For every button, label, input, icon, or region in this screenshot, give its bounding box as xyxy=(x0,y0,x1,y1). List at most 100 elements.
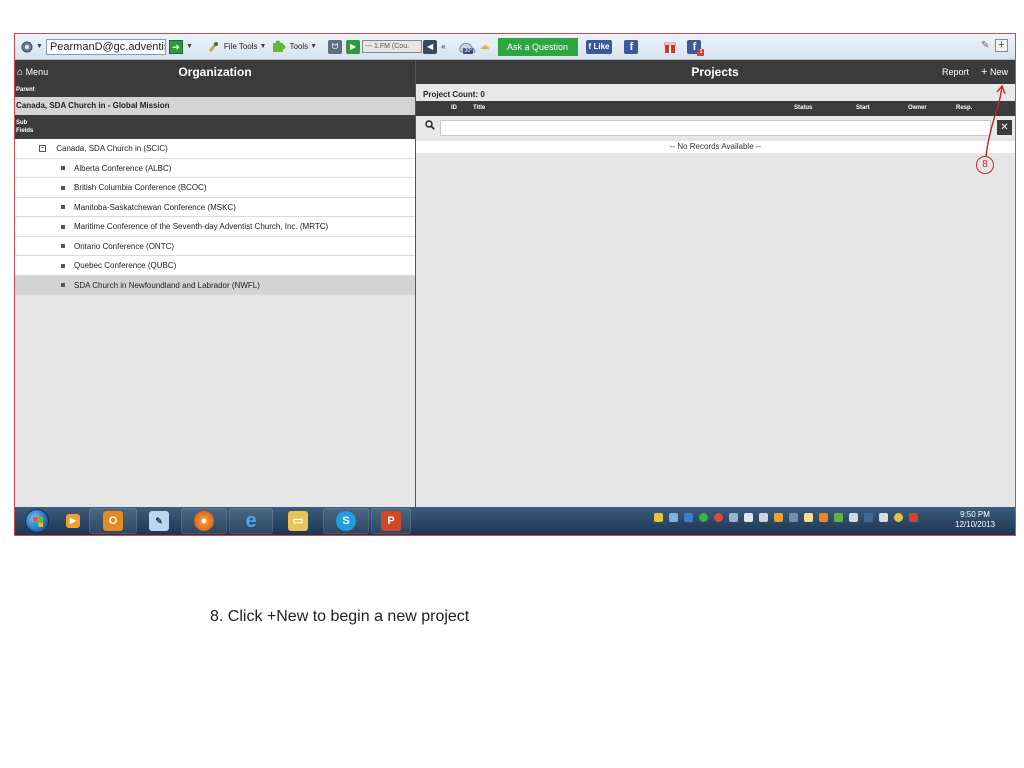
search-icon[interactable] xyxy=(420,120,440,135)
tray-paint-icon[interactable] xyxy=(774,513,783,522)
tree-item-label: Maritime Conference of the Seventh-day A… xyxy=(74,222,329,231)
chevron-down-icon[interactable]: ▼ xyxy=(36,43,43,50)
chevron-down-icon[interactable]: ▼ xyxy=(310,43,317,50)
cloud-icon: ☁ xyxy=(479,41,490,52)
tree-item-label: SDA Church in Newfoundland and Labrador … xyxy=(74,280,260,290)
radio-icon[interactable]: ᗢ xyxy=(328,39,343,54)
tree-item-bcoc[interactable]: British Columbia Conference (BCOC) xyxy=(15,178,415,198)
skype-icon: S xyxy=(336,511,356,531)
tray-warning-icon[interactable] xyxy=(894,513,903,522)
taskbar-app[interactable]: ✎ xyxy=(139,508,179,534)
tree-item-albc[interactable]: Alberta Conference (ALBC) xyxy=(15,158,415,178)
instruction-caption: 8. Click +New to begin a new project xyxy=(210,608,470,625)
facebook-icon: f xyxy=(588,41,592,51)
project-count: Project Count: 0 xyxy=(416,84,1015,101)
tree-item-nwfl[interactable]: SDA Church in Newfoundland and Labrador … xyxy=(15,275,415,295)
tree-item-mskc[interactable]: Manitoba-Saskatchewan Conference (MSKC) xyxy=(15,197,415,217)
column-start[interactable]: Start xyxy=(856,105,870,111)
bullet-icon xyxy=(61,166,65,171)
bullet-icon xyxy=(61,185,65,190)
tree-root-item[interactable]: − Canada, SDA Church in (SCIC) xyxy=(15,139,415,159)
bluetooth-icon[interactable] xyxy=(684,513,693,522)
collapse-icon[interactable]: « xyxy=(441,42,445,51)
browser-screenshot: ▼ PearmanD@gc.adventist. ▼ ➔ ▼ File Tool… xyxy=(14,33,1016,536)
gear-icon[interactable] xyxy=(20,40,34,54)
start-button[interactable] xyxy=(25,509,49,533)
taskbar-app[interactable]: ● xyxy=(181,508,227,534)
clock-date: 12/10/2013 xyxy=(955,520,996,529)
tray-network-icon[interactable] xyxy=(669,513,678,522)
parent-organization[interactable]: Canada, SDA Church in - Global Mission xyxy=(15,97,415,115)
taskbar-app[interactable]: S xyxy=(323,508,369,534)
taskbar-app[interactable]: e xyxy=(229,508,273,534)
search-input[interactable] xyxy=(440,120,991,136)
facebook-like-button[interactable]: f Like xyxy=(585,39,613,54)
collapse-icon[interactable]: − xyxy=(39,145,46,153)
search-row: ✕ xyxy=(416,118,1015,137)
taskbar-app[interactable]: O xyxy=(89,508,137,534)
facebook-notification-icon[interactable]: f1 xyxy=(687,39,705,56)
wrench-icon[interactable]: ✎ xyxy=(981,40,989,51)
volume-icon[interactable]: ◀ xyxy=(423,39,438,54)
subfields-label-line1: Sub xyxy=(16,120,28,126)
tray-security-icon[interactable] xyxy=(909,513,918,522)
new-project-button[interactable]: + New xyxy=(981,60,1008,84)
annotation-arrow xyxy=(985,84,1006,157)
tree-root-label: Canada, SDA Church in (SCIC) xyxy=(56,144,168,153)
tray-outlook-icon[interactable] xyxy=(819,513,828,522)
tray-shield-icon[interactable] xyxy=(654,513,663,522)
projects-title: Projects xyxy=(691,65,739,79)
tray-chrome-icon[interactable] xyxy=(714,513,723,522)
taskbar-app[interactable]: ▶ xyxy=(59,508,87,534)
bullet-icon xyxy=(61,244,65,249)
organization-panel: Parent Canada, SDA Church in - Global Mi… xyxy=(15,84,415,507)
column-owner[interactable]: Owner xyxy=(908,105,927,111)
add-icon[interactable]: + xyxy=(995,39,1008,52)
tray-display-icon[interactable] xyxy=(729,513,738,522)
tree-item-ontc[interactable]: Ontario Conference (ONTC) xyxy=(15,236,415,256)
radio-station-display[interactable]: --- 1.FM (Cou. xyxy=(362,40,423,53)
chevron-down-icon[interactable]: ▼ xyxy=(260,43,267,50)
chevron-down-icon[interactable]: ▼ xyxy=(186,43,193,50)
report-button[interactable]: Report xyxy=(942,60,969,84)
file-explorer-icon: ▭ xyxy=(288,511,308,531)
system-tray xyxy=(654,513,924,522)
tray-power-icon[interactable] xyxy=(834,513,843,522)
volume-icon[interactable] xyxy=(879,513,888,522)
taskbar-app[interactable]: P xyxy=(371,508,411,534)
column-id[interactable]: ID xyxy=(451,105,457,111)
signal-icon[interactable] xyxy=(849,513,858,522)
tray-calendar-icon[interactable] xyxy=(789,513,798,522)
gift-icon[interactable] xyxy=(664,40,677,54)
column-status[interactable]: Status xyxy=(794,105,812,111)
flag-icon[interactable] xyxy=(744,513,753,522)
firefox-icon: ● xyxy=(194,511,214,531)
empty-state-message: -- No Records Available -- xyxy=(416,141,1015,153)
play-icon[interactable]: ▶ xyxy=(346,39,361,54)
file-tools-icon xyxy=(206,40,220,54)
new-label: New xyxy=(989,67,1008,77)
tools-menu[interactable]: Tools xyxy=(289,42,308,51)
arrow-right-icon[interactable]: ➔ xyxy=(168,39,183,54)
facebook-like-label: Like xyxy=(593,41,610,51)
bullet-icon xyxy=(61,224,65,229)
ask-question-button[interactable]: Ask a Question xyxy=(497,37,578,56)
outlook-icon: O xyxy=(103,511,123,531)
account-select[interactable]: PearmanD@gc.adventist. ▼ xyxy=(45,38,166,55)
tree-item-label: British Columbia Conference (BCOC) xyxy=(74,183,207,192)
bullet-icon xyxy=(61,263,65,268)
subfields-label-line2: Fields xyxy=(16,128,34,134)
tray-monitor-icon[interactable] xyxy=(759,513,768,522)
tree-item-mrtc[interactable]: Maritime Conference of the Seventh-day A… xyxy=(15,217,415,237)
taskbar-app[interactable]: ▭ xyxy=(275,508,321,534)
system-clock[interactable]: 9:50 PM 12/10/2013 xyxy=(955,510,995,530)
mail-icon[interactable] xyxy=(804,513,813,522)
file-tools-menu[interactable]: File Tools xyxy=(224,42,258,51)
tree-item-qubc[interactable]: Quebec Conference (QUBC) xyxy=(15,256,415,276)
facebook-icon[interactable]: f xyxy=(624,39,639,54)
tray-sync-icon[interactable] xyxy=(699,513,708,522)
notepad-icon: ✎ xyxy=(149,511,169,531)
column-title[interactable]: Title xyxy=(473,105,485,111)
wifi-icon[interactable] xyxy=(864,513,873,522)
bullet-icon xyxy=(61,205,65,210)
